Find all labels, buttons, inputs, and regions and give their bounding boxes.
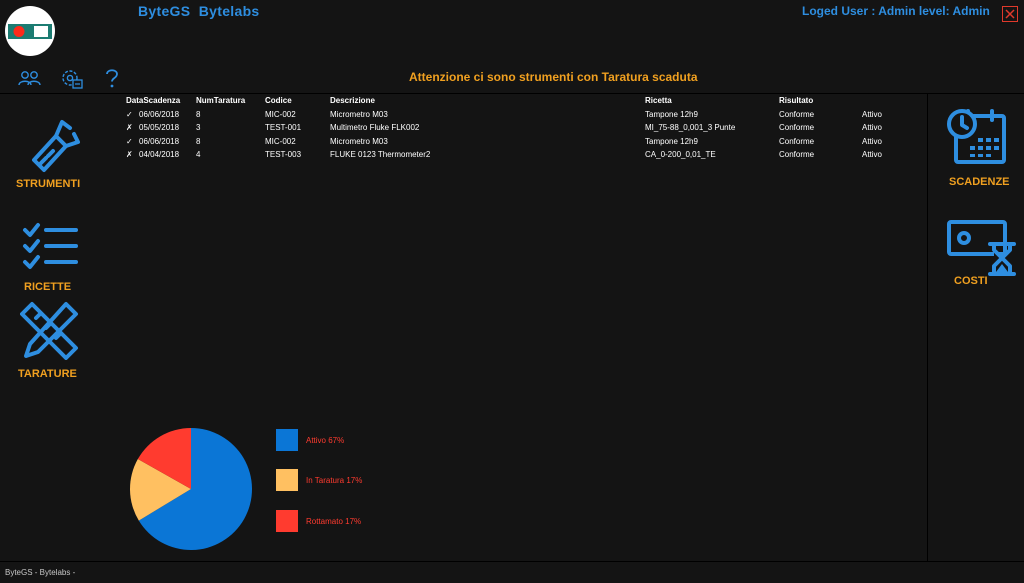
nav-costi[interactable]: COSTI	[940, 212, 1024, 292]
header-ricetta[interactable]: Ricetta	[645, 96, 672, 105]
cell-num-taratura: 3	[196, 123, 201, 132]
help-icon	[106, 69, 118, 88]
cell-num-taratura: 8	[196, 109, 201, 119]
users-icon	[18, 71, 41, 86]
cell-stato: Attivo	[862, 123, 883, 132]
cell-data-scadenza: 05/05/2018	[139, 123, 180, 132]
legend-label: In Taratura 17%	[306, 476, 363, 485]
table-row[interactable]: ✗ 05/05/2018 3 TEST-001 Multimetro Fluke FLK…	[126, 122, 916, 136]
settings-icon	[62, 70, 83, 89]
expired-calibration-alert: Attenzione ci sono strumenti con Taratur…	[409, 70, 698, 84]
cell-descrizione: Multimetro Fluke FLK002	[330, 123, 420, 132]
header-codice[interactable]: Codice	[265, 96, 292, 105]
status-pie-chart	[130, 428, 252, 550]
legend-swatch	[276, 429, 298, 451]
caliper-icon	[32, 120, 80, 172]
cell-stato: Attivo	[862, 150, 883, 159]
cell-ricetta: MI_75-88_0,001_3 Punte	[645, 123, 736, 132]
legend-label: Attivo 67%	[306, 436, 345, 445]
checklist-icon	[23, 223, 78, 269]
nav-ricette[interactable]: RICETTE	[14, 214, 100, 294]
header-divider	[0, 93, 1024, 94]
header-numtaratura[interactable]: NumTaratura	[196, 96, 245, 105]
cell-codice: TEST-003	[265, 150, 302, 159]
nav-costi-label: COSTI	[954, 275, 988, 287]
right-nav-panel: SCADENZE COSTI	[927, 94, 1024, 561]
cell-risultato: Conforme	[779, 150, 815, 159]
cell-codice: MIC-002	[265, 136, 296, 146]
app-logo	[4, 5, 56, 57]
cell-descrizione: Micrometro M03	[330, 109, 388, 119]
nav-scadenze-label: SCADENZE	[949, 176, 1010, 188]
cell-ricetta: CA_0-200_0,01_TE	[645, 150, 716, 159]
logged-user-info: Loged User : Admin level: Admin	[802, 4, 990, 18]
nav-strumenti[interactable]: STRUMENTI	[14, 112, 100, 208]
cell-num-taratura: 4	[196, 150, 201, 159]
nav-tarature-label: TARATURE	[18, 368, 77, 380]
money-hourglass-icon	[947, 220, 1016, 276]
header-risultato[interactable]: Risultato	[779, 96, 813, 105]
cell-stato: Attivo	[862, 136, 883, 146]
cell-descrizione: Micrometro M03	[330, 136, 388, 146]
cell-ricetta: Tampone 12h9	[645, 136, 698, 146]
legend-swatch	[276, 469, 298, 491]
calendar-clock-icon	[947, 109, 1006, 164]
app-title: ByteGS Bytelabs	[138, 3, 260, 19]
header-datascadenza[interactable]: DataScadenza	[126, 96, 180, 105]
users-button[interactable]	[17, 66, 43, 92]
cell-num-taratura: 8	[196, 136, 201, 146]
table-header: DataScadenza NumTaratura Codice Descrizi…	[126, 95, 916, 109]
cell-data-scadenza: 04/04/2018	[139, 150, 180, 159]
ruler-pencil-icon	[20, 302, 78, 360]
footer-text: ByteGS - Bytelabs -	[5, 568, 76, 577]
table-row[interactable]: ✓ 06/06/2018 8 MIC-002 Micrometro M03 Tampone…	[126, 136, 916, 150]
close-button[interactable]	[1002, 6, 1018, 22]
nav-ricette-label: RICETTE	[24, 281, 72, 293]
table-body: ✓ 06/06/2018 8 MIC-002 Micrometro M03 Tampone…	[126, 109, 916, 163]
nav-tarature[interactable]: TARATURE	[14, 298, 100, 382]
cell-ricetta: Tampone 12h9	[645, 109, 698, 119]
footer-divider	[0, 561, 1024, 562]
legend-swatch	[276, 510, 298, 532]
cell-risultato: Conforme	[779, 109, 815, 119]
close-icon	[1005, 9, 1015, 19]
nav-scadenze[interactable]: SCADENZE	[940, 106, 1024, 192]
row-status-mark: ✗	[126, 150, 133, 159]
cell-data-scadenza: 06/06/2018	[139, 136, 180, 146]
table-row[interactable]: ✗ 04/04/2018 4 TEST-003 FLUKE 0123 Thermomet…	[126, 149, 916, 163]
table-row[interactable]: ✓ 06/06/2018 8 MIC-002 Micrometro M03 Tampone…	[126, 109, 916, 123]
cell-data-scadenza: 06/06/2018	[139, 109, 180, 119]
cell-codice: TEST-001	[265, 123, 302, 132]
settings-button[interactable]	[59, 66, 85, 92]
cell-stato: Attivo	[862, 109, 883, 119]
cell-risultato: Conforme	[779, 123, 815, 132]
cell-codice: MIC-002	[265, 109, 296, 119]
left-nav-panel: STRUMENTI RICETTE TARATURE	[0, 94, 120, 561]
row-status-mark: ✓	[126, 109, 133, 119]
row-status-mark: ✓	[126, 136, 133, 146]
legend-label: Rottamato 17%	[306, 517, 362, 526]
toolbar	[0, 66, 130, 92]
header-descrizione[interactable]: Descrizione	[330, 96, 375, 105]
cell-descrizione: FLUKE 0123 Thermometer2	[330, 150, 431, 159]
cell-risultato: Conforme	[779, 136, 815, 146]
calibration-table: DataScadenza NumTaratura Codice Descrizi…	[126, 95, 916, 163]
help-button[interactable]	[99, 66, 125, 92]
nav-strumenti-label: STRUMENTI	[16, 178, 81, 190]
row-status-mark: ✗	[126, 123, 133, 132]
